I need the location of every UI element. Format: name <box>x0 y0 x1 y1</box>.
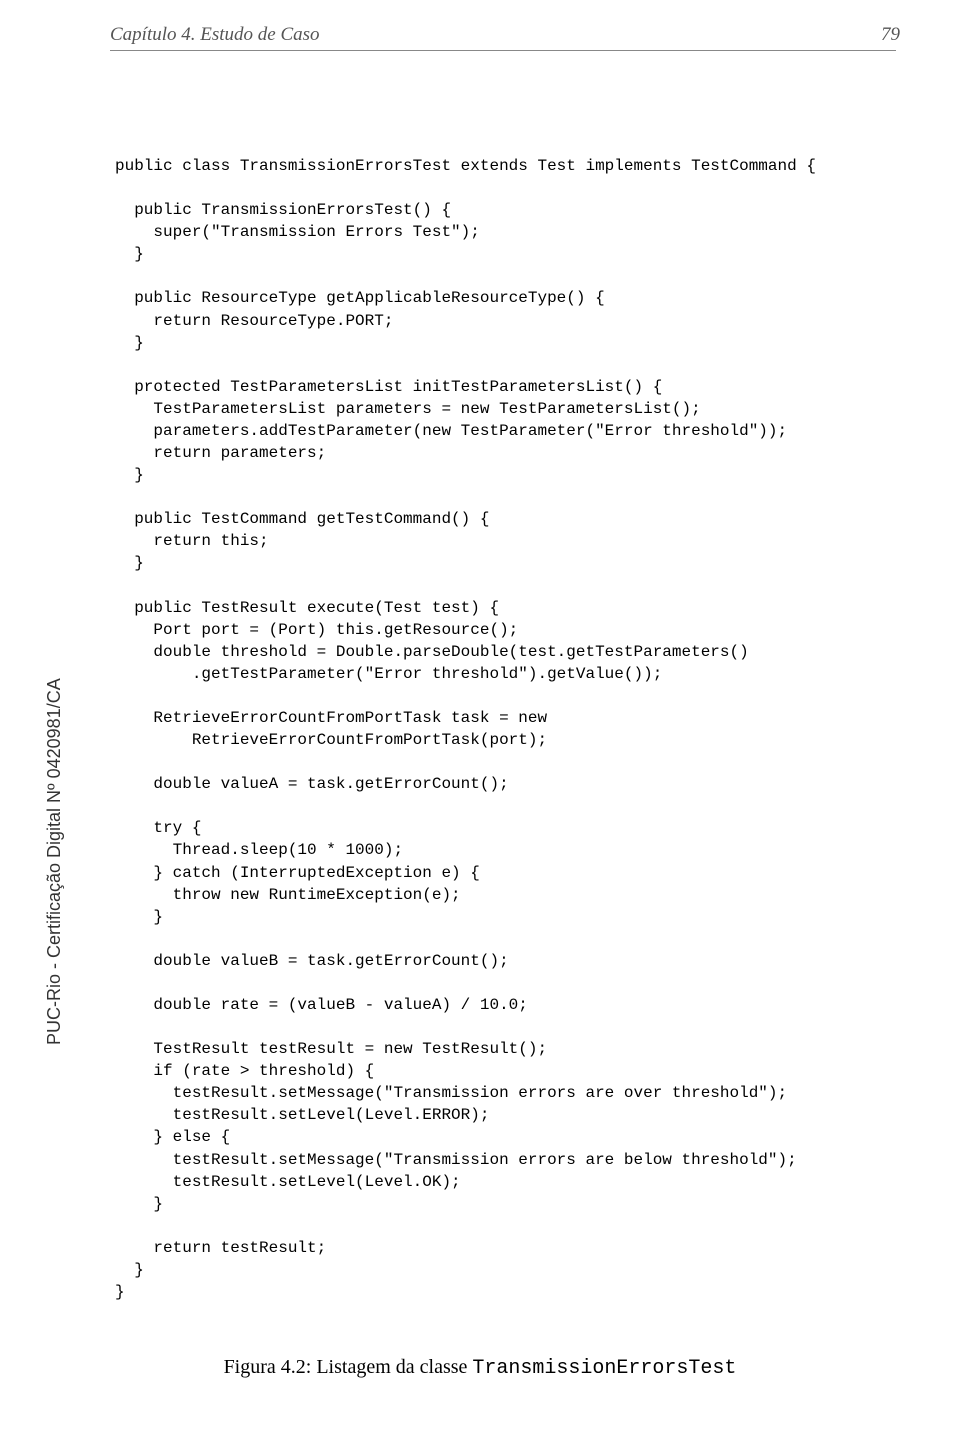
header-chapter: Capítulo 4. Estudo de Caso <box>110 24 320 46</box>
header-rule <box>110 50 896 51</box>
caption-classname: TransmissionErrorsTest <box>472 1357 736 1380</box>
page-header: Capítulo 4. Estudo de Caso 79 <box>110 24 900 46</box>
header-page-number: 79 <box>881 24 900 46</box>
certification-sidebar: PUC-Rio - Certificação Digital Nº 042098… <box>44 678 65 1045</box>
caption-prefix: Figura 4.2: Listagem da classe <box>224 1356 473 1378</box>
figure-caption: Figura 4.2: Listagem da classe Transmiss… <box>0 1356 960 1380</box>
code-listing: public class TransmissionErrorsTest exte… <box>115 155 910 1303</box>
